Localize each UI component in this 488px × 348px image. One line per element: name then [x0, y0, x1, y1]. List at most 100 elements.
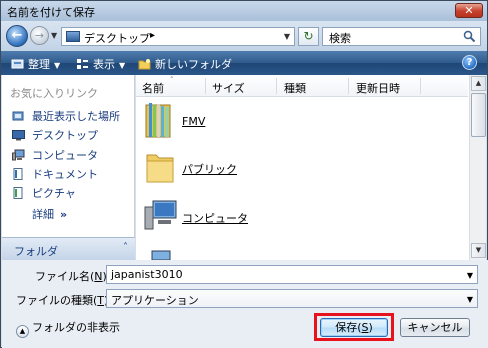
chevron-up-icon: ▲	[16, 325, 29, 338]
address-row: ← → ▼ デスクトップ ▸ ▼ ↻ 検索	[1, 21, 487, 51]
sort-ascending-icon: ˄	[170, 76, 174, 84]
fav-item-computer[interactable]: コンピュータ	[12, 147, 98, 163]
command-toolbar: 整理 ▼ 表示 ▼ 新しいフォルダ ?	[1, 51, 487, 75]
filename-field[interactable]: japanist3010 ▼	[106, 265, 478, 284]
organize-dropdown-icon: ▼	[54, 61, 61, 70]
folder-icon	[146, 154, 174, 183]
recent-pages-dropdown-icon[interactable]: ▼	[51, 31, 57, 40]
bottom-panel: ファイル名(N): japanist3010 ▼ ファイルの種類(T): アプリ…	[2, 260, 488, 348]
vertical-scrollbar[interactable]: ▲ ▼	[469, 75, 486, 260]
filename-label-key: N	[94, 270, 103, 283]
scroll-up-button[interactable]: ▲	[471, 76, 486, 91]
refresh-button[interactable]: ↻	[298, 27, 319, 46]
network-icon	[151, 250, 171, 260]
new-folder-label: 新しいフォルダ	[155, 58, 232, 71]
save-label-suffix: )	[368, 321, 373, 334]
computer-icon	[144, 200, 177, 230]
column-divider[interactable]	[348, 78, 349, 94]
folders-pane-toggle[interactable]: フォルダ ˄	[2, 237, 135, 260]
column-divider[interactable]	[420, 78, 421, 94]
fav-item-label: 最近表示した場所	[32, 110, 120, 123]
file-list: 名前 ˄ サイズ 種類 更新日時 FMV パブリック コンピュータ ▲ ▼	[136, 75, 486, 260]
cancel-label: キャンセル	[407, 321, 463, 334]
organize-label: 整理	[28, 58, 50, 71]
search-placeholder: 検索	[329, 32, 351, 45]
forward-arrow-icon: →	[34, 29, 45, 42]
fav-item-label: コンピュータ	[32, 149, 98, 162]
more-links-label: 詳細	[32, 208, 54, 221]
new-folder-button[interactable]: 新しいフォルダ	[138, 56, 232, 72]
computer-icon	[12, 149, 25, 161]
library-folder-icon	[145, 103, 171, 138]
cancel-button[interactable]: キャンセル	[400, 318, 470, 337]
chevron-up-icon: ˄	[123, 242, 128, 253]
address-dropdown-icon[interactable]: ▼	[284, 32, 290, 41]
scroll-down-icon: ▼	[475, 246, 482, 254]
address-bar[interactable]: デスクトップ ▸ ▼	[61, 27, 295, 46]
column-header-name[interactable]: 名前	[142, 80, 164, 96]
column-header-size[interactable]: サイズ	[212, 80, 245, 96]
fav-item-label: ドキュメント	[32, 168, 98, 181]
file-name[interactable]: パブリック	[182, 161, 237, 177]
help-icon[interactable]: ?	[462, 55, 477, 70]
forward-button[interactable]: →	[30, 26, 49, 45]
breadcrumb-chevron-icon[interactable]: ▸	[150, 30, 155, 41]
folders-pane-label: フォルダ	[14, 245, 58, 258]
filetype-value[interactable]: アプリケーション	[111, 292, 199, 308]
views-menu[interactable]: 表示 ▼	[76, 56, 125, 72]
pictures-icon	[13, 187, 23, 199]
filename-label: ファイル名(N):	[35, 268, 111, 284]
fav-item-label: デスクトップ	[32, 129, 98, 142]
hide-folders-label: フォルダの非表示	[32, 321, 120, 334]
back-button[interactable]: ←	[6, 25, 28, 47]
close-icon: ✕	[464, 4, 474, 17]
column-divider[interactable]	[276, 78, 277, 94]
desktop-icon	[66, 31, 80, 42]
file-name[interactable]: FMV	[182, 115, 205, 128]
filename-label-prefix: ファイル名(	[35, 270, 95, 283]
window-title: 名前を付けて保存	[7, 6, 95, 19]
fav-item-pictures[interactable]: ピクチャ	[12, 185, 76, 201]
documents-icon	[13, 168, 23, 180]
scrollbar-thumb[interactable]	[471, 93, 486, 137]
desktop-icon	[12, 130, 25, 141]
more-links-button[interactable]: 詳細 »	[32, 206, 67, 222]
save-button[interactable]: 保存(S)	[320, 318, 388, 337]
column-header-modified[interactable]: 更新日時	[356, 80, 400, 96]
file-name[interactable]: コンピュータ	[182, 210, 248, 226]
close-button[interactable]: ✕	[455, 3, 483, 18]
filetype-label: ファイルの種類(T):	[16, 292, 112, 308]
double-chevron-icon: »	[60, 208, 68, 221]
hide-folders-toggle[interactable]: ▲ フォルダの非表示	[16, 319, 120, 338]
fav-item-desktop[interactable]: デスクトップ	[12, 127, 98, 143]
favorite-links-header: お気に入りリンク	[10, 87, 98, 100]
back-arrow-icon: ←	[11, 28, 23, 43]
filetype-select[interactable]: アプリケーション ▼	[106, 289, 478, 308]
refresh-icon: ↻	[303, 29, 314, 43]
filename-value[interactable]: japanist3010	[111, 268, 183, 281]
views-icon	[77, 59, 88, 69]
scroll-up-icon: ▲	[475, 79, 482, 87]
search-icon[interactable]	[463, 30, 476, 43]
fav-item-recent-places[interactable]: 最近表示した場所	[12, 108, 120, 124]
organize-menu[interactable]: 整理 ▼	[11, 56, 60, 72]
save-as-dialog: 名前を付けて保存 ✕ ← → ▼ デスクトップ ▸ ▼ ↻ 検索 整理 ▼ 表示 ▼	[0, 0, 488, 348]
column-headers: 名前 ˄ サイズ 種類 更新日時	[136, 75, 468, 97]
filetype-label-prefix: ファイルの種類(	[16, 294, 98, 307]
scroll-down-button[interactable]: ▼	[471, 243, 486, 258]
column-header-type[interactable]: 種類	[284, 80, 306, 96]
views-dropdown-icon: ▼	[119, 61, 126, 70]
new-folder-icon	[138, 59, 151, 70]
save-label-prefix: 保存(	[335, 321, 362, 334]
column-divider[interactable]	[205, 78, 206, 94]
address-location[interactable]: デスクトップ	[84, 30, 150, 46]
views-label: 表示	[93, 58, 115, 71]
fav-item-documents[interactable]: ドキュメント	[12, 166, 98, 182]
filetype-dropdown-icon[interactable]: ▼	[467, 295, 473, 304]
navigation-pane: お気に入りリンク 最近表示した場所 デスクトップ コンピュータ ドキュメント ピ…	[2, 75, 135, 260]
search-input[interactable]: 検索	[322, 27, 481, 46]
organize-icon	[11, 59, 24, 69]
title-bar: 名前を付けて保存 ✕	[1, 1, 487, 21]
filename-dropdown-icon[interactable]: ▼	[467, 271, 473, 280]
fav-item-label: ピクチャ	[32, 187, 76, 200]
